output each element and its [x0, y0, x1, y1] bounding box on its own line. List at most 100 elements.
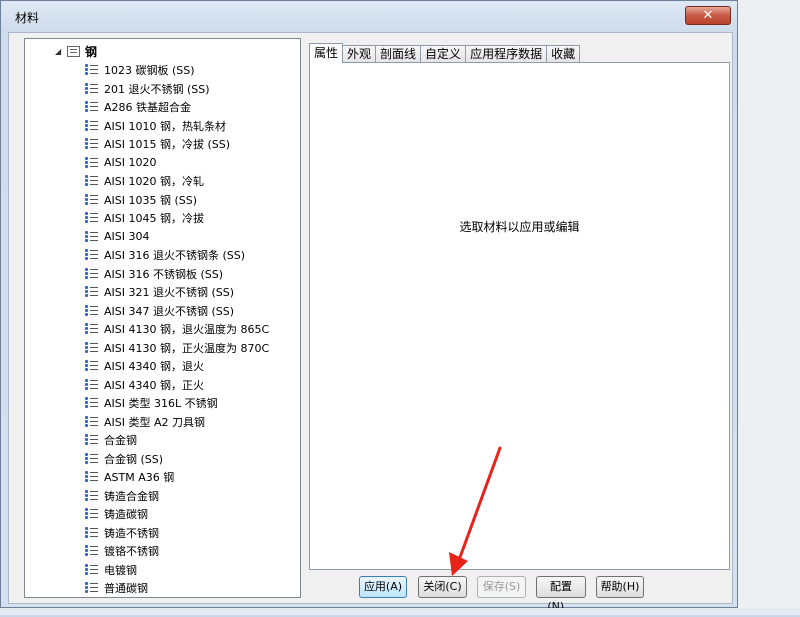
material-icon — [85, 471, 98, 483]
dialog-title: 材料 — [15, 11, 40, 25]
tab-custom[interactable]: 自定义 — [420, 45, 467, 63]
material-icon — [85, 545, 98, 557]
tree-item[interactable]: AISI 4340 钢，退火 — [85, 357, 269, 376]
tree-item[interactable]: AISI 1045 钢，冷拔 — [85, 209, 269, 228]
tree-item-label: AISI 1015 钢，冷拔 (SS) — [104, 138, 231, 152]
tree-item[interactable]: 不锈钢 (铁素体) — [85, 598, 269, 599]
tab-properties[interactable]: 属性 — [309, 43, 344, 63]
material-icon — [85, 138, 98, 150]
material-icon — [85, 378, 98, 391]
tree-item-label: AISI 321 退火不锈钢 (SS) — [104, 286, 235, 300]
tree-item[interactable]: AISI 4130 钢，退火温度为 865C — [85, 320, 269, 339]
tree-item-label: AISI 1045 钢，冷拔 — [104, 212, 204, 226]
material-icon — [85, 397, 98, 409]
material-icon — [85, 156, 98, 169]
material-library-icon — [67, 45, 80, 57]
material-icon — [85, 82, 98, 95]
tree-item[interactable]: AISI 321 退火不锈钢 (SS) — [85, 283, 269, 302]
tree-item-label: 铸造合金钢 — [104, 489, 159, 503]
material-icon — [85, 563, 98, 576]
tree-item-label: AISI 347 退火不锈钢 (SS) — [104, 304, 235, 318]
tab-application-data[interactable]: 应用程序数据 — [465, 45, 548, 63]
material-icon — [85, 119, 98, 132]
material-icon — [85, 304, 98, 317]
tree-item[interactable]: AISI 1015 钢，冷拔 (SS) — [85, 135, 269, 154]
material-icon — [85, 101, 98, 113]
tree-item[interactable]: 铸造合金钢 — [85, 487, 269, 506]
tree-item-label: 铸造碳钢 — [104, 508, 148, 522]
material-list: 1023 碳钢板 (SS) 201 退火不锈钢 (SS) A286 铁基超合金 AIS… — [85, 61, 269, 599]
tree-item[interactable]: AISI 4340 钢，正火 — [85, 376, 269, 395]
tab-appearance[interactable]: 外观 — [342, 45, 377, 63]
apply-button[interactable]: 应用(A) — [359, 576, 407, 598]
tree-item[interactable]: A286 铁基超合金 — [85, 98, 269, 117]
material-icon — [85, 175, 98, 187]
tree-item[interactable]: 铸造碳钢 — [85, 505, 269, 524]
properties-panel: 选取材料以应用或编辑 — [309, 62, 730, 570]
material-icon — [85, 249, 98, 261]
tree-item[interactable]: AISI 1010 钢，热轧条材 — [85, 117, 269, 136]
material-icon — [85, 193, 98, 206]
empty-selection-message: 选取材料以应用或编辑 — [459, 220, 580, 234]
material-icon — [85, 434, 98, 446]
tree-item-label: 铸造不锈钢 — [104, 526, 159, 540]
tree-item[interactable]: AISI 类型 316L 不锈钢 — [85, 394, 269, 413]
tree-item-label: AISI 316 不锈钢板 (SS) — [104, 267, 224, 281]
material-icon — [85, 489, 98, 502]
tree-item[interactable]: AISI 1020 钢，冷轧 — [85, 172, 269, 191]
material-icon — [85, 267, 98, 280]
material-tree[interactable]: ◢ 钢 1023 碳钢板 (SS) 201 退火不锈钢 (SS) A286 铁基超合… — [24, 38, 301, 598]
tree-item[interactable]: 铸造不锈钢 — [85, 524, 269, 543]
material-icon — [85, 341, 98, 354]
tree-item-label: 镀铬不锈钢 — [104, 545, 159, 559]
tree-item[interactable]: AISI 4130 钢，正火温度为 870C — [85, 339, 269, 358]
tree-item-label: 合金钢 (SS) — [104, 452, 164, 466]
desktop-background — [738, 0, 800, 615]
tree-item-label: AISI 316 退火不锈钢条 (SS) — [104, 249, 246, 263]
tree-item[interactable]: AISI 316 不锈钢板 (SS) — [85, 265, 269, 284]
tree-item[interactable]: AISI 类型 A2 刀具钢 — [85, 413, 269, 432]
material-icon — [85, 64, 98, 76]
tree-item-label: AISI 1035 钢 (SS) — [104, 193, 198, 207]
tree-item[interactable]: AISI 1020 — [85, 154, 269, 173]
tree-item-label: AISI 4340 钢，退火 — [104, 360, 204, 374]
material-icon — [85, 323, 98, 335]
tab-favorites[interactable]: 收藏 — [546, 45, 581, 63]
tree-item[interactable]: 普通碳钢 — [85, 579, 269, 597]
tree-item[interactable]: 镀铬不锈钢 — [85, 542, 269, 561]
tree-scrollbar[interactable]: ▲ ▼ — [300, 45, 301, 598]
tree-item[interactable]: AISI 347 退火不锈钢 (SS) — [85, 302, 269, 321]
tree-item[interactable]: 合金钢 (SS) — [85, 450, 269, 469]
tree-item-label: AISI 1020 — [104, 156, 157, 170]
save-button[interactable]: 保存(S) — [477, 576, 526, 598]
tree-item-label: AISI 1020 钢，冷轧 — [104, 175, 204, 189]
tree-item[interactable]: 合金钢 — [85, 431, 269, 450]
title-bar[interactable]: 材料 ✕ — [1, 1, 737, 31]
tree-item[interactable]: 201 退火不锈钢 (SS) — [85, 80, 269, 99]
tree-item[interactable]: AISI 316 退火不锈钢条 (SS) — [85, 246, 269, 265]
tree-item[interactable]: AISI 1035 钢 (SS) — [85, 191, 269, 210]
tree-node-steel[interactable]: ◢ 钢 — [55, 43, 97, 59]
tree-item-label: AISI 类型 A2 刀具钢 — [104, 415, 206, 429]
tree-item[interactable]: AISI 304 — [85, 228, 269, 247]
close-window-button[interactable]: ✕ — [685, 6, 731, 25]
material-icon — [85, 230, 98, 243]
tree-item-label: 普通碳钢 — [104, 582, 148, 596]
material-icon — [85, 286, 98, 298]
material-icon — [85, 415, 98, 428]
dialog-client-area: ◢ 钢 1023 碳钢板 (SS) 201 退火不锈钢 (SS) A286 铁基超合… — [8, 32, 733, 613]
close-button[interactable]: 关闭(C) — [418, 576, 467, 598]
config-button[interactable]: 配置(N)... — [536, 576, 586, 613]
dialog-button-row: 应用(A) 关闭(C) 保存(S) 配置(N)... 帮助(H) — [359, 576, 644, 613]
tree-root-label: 钢 — [85, 44, 98, 59]
material-icon — [85, 582, 98, 594]
tree-item[interactable]: 1023 碳钢板 (SS) — [85, 61, 269, 80]
collapse-triangle-icon[interactable]: ◢ — [55, 47, 67, 56]
tree-item[interactable]: ASTM A36 钢 — [85, 468, 269, 487]
tab-crosshatch[interactable]: 剖面线 — [375, 45, 422, 63]
tree-item[interactable]: 电镀钢 — [85, 561, 269, 580]
help-button[interactable]: 帮助(H) — [596, 576, 644, 598]
tree-item-label: 1023 碳钢板 (SS) — [104, 64, 195, 78]
material-icon — [85, 360, 98, 372]
materials-dialog: 材料 ✕ ◢ 钢 1023 碳钢板 (SS) 201 退火不锈钢 (SS) A286… — [0, 0, 738, 613]
